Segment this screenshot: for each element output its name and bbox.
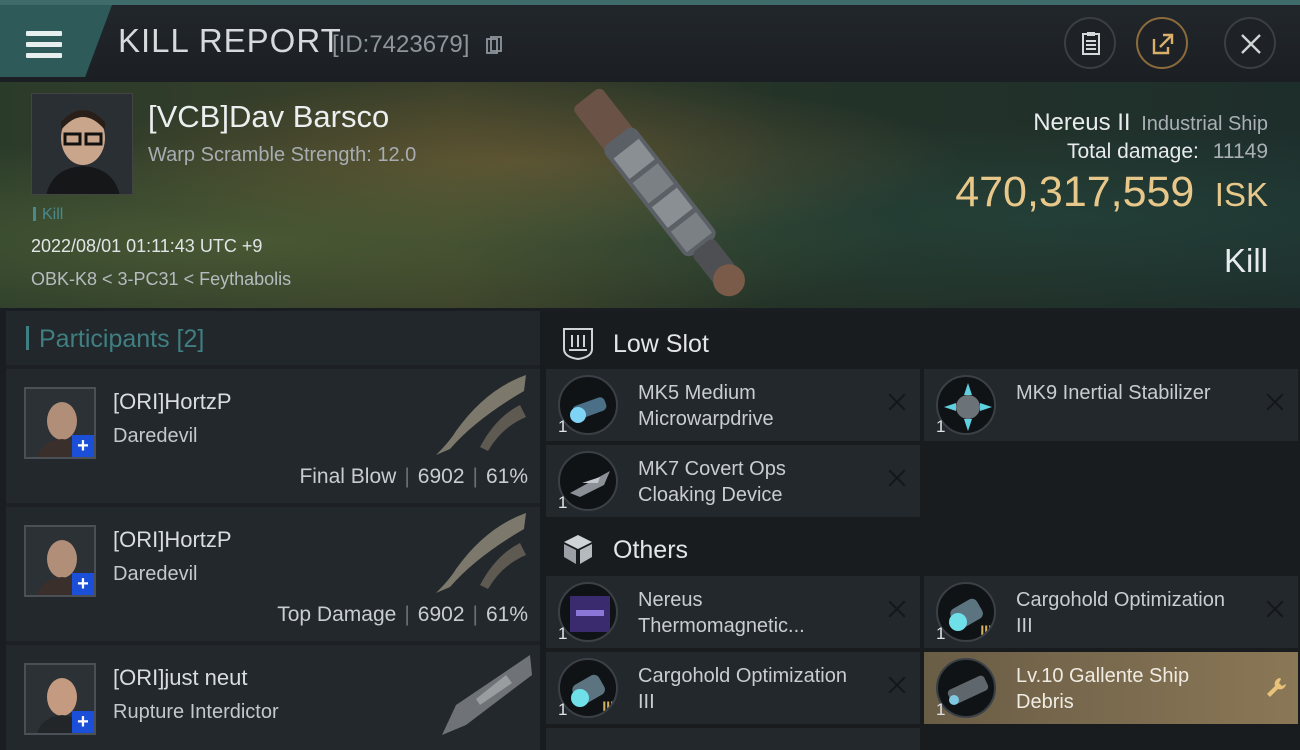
participant-role: Final Blow bbox=[299, 465, 397, 488]
warp-scramble-strength: Warp Scramble Strength: 12.0 bbox=[148, 144, 417, 166]
victim-ship: Nereus II Industrial Ship bbox=[1033, 109, 1268, 137]
clipboard-button[interactable] bbox=[1064, 17, 1116, 69]
low-slot-icon bbox=[563, 328, 593, 361]
item-card[interactable]: III 1 Cargohold Optimization III bbox=[924, 576, 1298, 648]
participant-ship: Daredevil bbox=[113, 563, 198, 585]
item-card-partial[interactable] bbox=[546, 728, 920, 750]
participant-stats: Final Blow | 6902 | 61% bbox=[299, 465, 528, 488]
participants-title: Participants [2] bbox=[26, 325, 204, 354]
menu-button[interactable] bbox=[0, 5, 112, 77]
destroyed-x-icon bbox=[1264, 391, 1286, 413]
destroyed-x-icon bbox=[886, 598, 908, 620]
participant-damage: 6902 bbox=[417, 603, 465, 626]
share-button[interactable] bbox=[1136, 17, 1188, 69]
item-card[interactable]: 1 MK9 Inertial Stabilizer bbox=[924, 369, 1298, 441]
item-name: MK9 Inertial Stabilizer bbox=[1016, 382, 1211, 404]
item-quantity: 1 bbox=[936, 624, 946, 643]
item-quantity: 1 bbox=[558, 417, 568, 436]
item-name: Cargohold Optimization III bbox=[1016, 589, 1225, 637]
tier-iii-icon: III bbox=[602, 698, 614, 714]
plus-badge-icon: + bbox=[72, 435, 94, 457]
top-bar: KILL REPORT [ID:7423679] bbox=[0, 0, 1300, 82]
item-quantity: 1 bbox=[558, 493, 568, 512]
total-damage: Total damage: 11149 bbox=[1067, 140, 1268, 164]
others-title: Others bbox=[613, 536, 689, 564]
top-accent-line bbox=[0, 0, 1300, 5]
item-name: MK5 Medium Microwarpdrive bbox=[638, 382, 774, 430]
participant-row[interactable]: + [ORI]just neut Rupture Interdictor bbox=[6, 645, 540, 750]
victim-portrait[interactable] bbox=[31, 93, 133, 195]
item-quantity: 1 bbox=[936, 700, 946, 719]
participant-row[interactable]: + [ORI]HortzP Daredevil Final Blow | 6902 |… bbox=[6, 369, 540, 503]
total-damage-value: 11149 bbox=[1212, 140, 1268, 163]
participant-avatar[interactable]: + bbox=[24, 387, 96, 459]
participant-percent: 61% bbox=[485, 465, 528, 488]
plus-badge-icon: + bbox=[72, 711, 94, 733]
isk-unit: ISK bbox=[1214, 176, 1268, 213]
participant-stats: Top Damage | 6902 | 61% bbox=[277, 603, 528, 626]
participant-ship: Daredevil bbox=[113, 425, 198, 447]
low-slot-title: Low Slot bbox=[613, 330, 709, 358]
participant-avatar[interactable]: + bbox=[24, 525, 96, 597]
item-name: Cargohold Optimization III bbox=[638, 665, 847, 713]
close-icon bbox=[1241, 34, 1261, 54]
isk-loss: 470,317,559 ISK bbox=[955, 168, 1268, 217]
participant-ship-image bbox=[436, 375, 526, 455]
item-name: MK7 Covert Ops Cloaking Device bbox=[638, 458, 786, 506]
kill-result: Kill bbox=[1223, 242, 1268, 279]
participant-row[interactable]: + [ORI]HortzP Daredevil Top Damage | 6902 |… bbox=[6, 507, 540, 641]
kill-tag: Kill bbox=[33, 206, 63, 224]
item-card[interactable]: 1 Lv.10 Gallente Ship Debris bbox=[924, 652, 1298, 724]
participants-header: Participants [2] bbox=[6, 311, 540, 365]
victim-name[interactable]: [VCB]Dav Barsco bbox=[148, 99, 389, 135]
participants-panel: Participants [2] + [ORI]HortzP Daredevil… bbox=[6, 311, 540, 750]
participant-ship-image bbox=[442, 655, 532, 735]
isk-value: 470,317,559 bbox=[955, 168, 1195, 216]
item-name: Nereus Thermomagnetic... bbox=[638, 589, 805, 637]
wrench-icon[interactable] bbox=[1264, 676, 1288, 700]
item-card[interactable]: III 1 Cargohold Optimization III bbox=[546, 652, 920, 724]
victim-ship-image bbox=[574, 88, 745, 297]
kill-location[interactable]: OBK-K8 < 3-PC31 < Feythabolis bbox=[31, 269, 291, 290]
destroyed-x-icon bbox=[886, 674, 908, 696]
copy-icon[interactable] bbox=[486, 36, 502, 56]
tier-iii-icon: III bbox=[980, 622, 992, 638]
page-title: KILL REPORT bbox=[118, 22, 342, 59]
item-quantity: 1 bbox=[936, 417, 946, 436]
pilot-portrait-image bbox=[32, 94, 132, 194]
participant-avatar[interactable]: + bbox=[24, 663, 96, 735]
ship-class: Industrial Ship bbox=[1141, 113, 1268, 135]
cube-icon bbox=[564, 535, 592, 564]
destroyed-x-icon bbox=[1264, 598, 1286, 620]
destroyed-x-icon bbox=[886, 467, 908, 489]
item-card[interactable]: 1 MK5 Medium Microwarpdrive bbox=[546, 369, 920, 441]
kill-datetime: 2022/08/01 01:11:43 UTC +9 bbox=[31, 236, 263, 256]
victim-banner: [VCB]Dav Barsco Warp Scramble Strength: … bbox=[0, 82, 1300, 308]
others-header: Others bbox=[548, 521, 1298, 577]
participant-name[interactable]: [ORI]HortzP bbox=[113, 527, 232, 553]
participant-damage: 6902 bbox=[417, 465, 465, 488]
ship-name[interactable]: Nereus II bbox=[1033, 109, 1130, 136]
destroyed-x-icon bbox=[886, 391, 908, 413]
clipboard-icon bbox=[1082, 32, 1100, 55]
item-quantity: 1 bbox=[558, 624, 568, 643]
plus-badge-icon: + bbox=[72, 573, 94, 595]
participant-percent: 61% bbox=[485, 603, 528, 626]
participant-name[interactable]: [ORI]HortzP bbox=[113, 389, 232, 415]
low-slot-header: Low Slot bbox=[548, 315, 1298, 371]
total-damage-label: Total damage: bbox=[1066, 140, 1199, 163]
close-button[interactable] bbox=[1224, 17, 1276, 69]
item-name: Lv.10 Gallente Ship Debris bbox=[1016, 665, 1190, 713]
hamburger-menu-icon bbox=[26, 31, 62, 59]
participant-name[interactable]: [ORI]just neut bbox=[113, 665, 248, 691]
item-card[interactable]: 1 MK7 Covert Ops Cloaking Device bbox=[546, 445, 920, 517]
participant-ship: Rupture Interdictor bbox=[113, 701, 279, 723]
share-icon bbox=[1152, 33, 1174, 55]
report-id: [ID:7423679] bbox=[332, 31, 470, 58]
participant-role: Top Damage bbox=[277, 603, 397, 626]
item-card[interactable]: 1 Nereus Thermomagnetic... bbox=[546, 576, 920, 648]
item-quantity: 1 bbox=[558, 700, 568, 719]
items-panel: Low Slot 1 MK5 Medium Microwarpdrive 1 M… bbox=[540, 311, 1300, 750]
participant-ship-image bbox=[436, 513, 526, 593]
